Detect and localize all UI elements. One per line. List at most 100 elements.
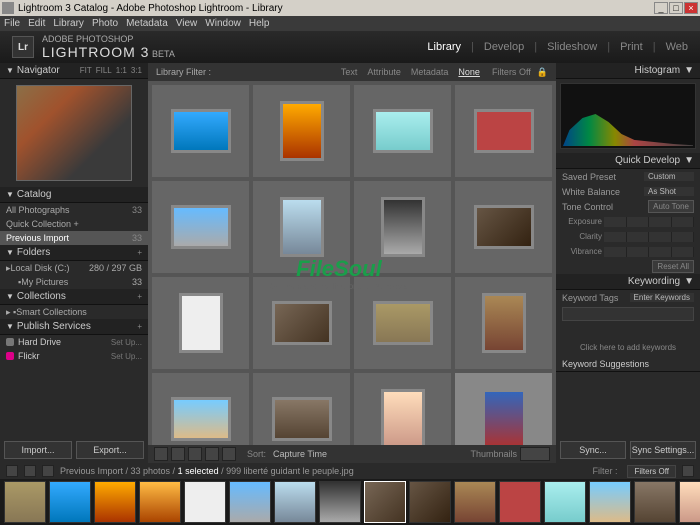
nav-opt-1:1[interactable]: 1:1	[116, 66, 127, 75]
grid-cell[interactable]	[354, 373, 451, 445]
quickdevelop-header[interactable]: Quick Develop ▼	[556, 153, 700, 169]
kw-suggestions-header[interactable]: Keyword Suggestions	[556, 356, 700, 372]
sort-value[interactable]: Capture Time	[273, 449, 327, 459]
grid-cell[interactable]	[253, 373, 350, 445]
filter-opt-attribute[interactable]: Attribute	[367, 67, 401, 77]
grid-cell[interactable]	[253, 85, 350, 177]
grid-cell[interactable]	[253, 181, 350, 273]
keywords-input[interactable]	[562, 307, 694, 321]
module-slideshow[interactable]: Slideshow	[547, 41, 597, 53]
module-print[interactable]: Print	[620, 41, 643, 53]
autotone-button[interactable]: Auto Tone	[648, 200, 694, 213]
status-filters-off[interactable]: Filters Off	[627, 465, 676, 478]
filmstrip-thumb[interactable]	[679, 481, 700, 523]
grid-cell[interactable]	[253, 277, 350, 369]
grid-cell[interactable]	[455, 85, 552, 177]
module-library[interactable]: Library	[427, 41, 461, 53]
publish-header[interactable]: ▼ Publish Services +	[0, 319, 148, 335]
menu-library[interactable]: Library	[53, 18, 84, 29]
grid-cell[interactable]	[152, 373, 249, 445]
filmstrip-thumb[interactable]	[454, 481, 496, 523]
export-button[interactable]: Export...	[76, 441, 144, 459]
import-button[interactable]: Import...	[4, 441, 72, 459]
filter-opt-none[interactable]: None	[458, 67, 480, 77]
folder-row[interactable]: ▪ My Pictures 33	[0, 275, 148, 289]
drive-row[interactable]: ▸ Local Disk (C:) 280 / 297 GB	[0, 261, 148, 275]
menu-file[interactable]: File	[4, 18, 20, 29]
filters-off[interactable]: Filters Off	[492, 67, 531, 77]
secondary-display-icon[interactable]	[6, 465, 18, 477]
filmstrip-thumb[interactable]	[634, 481, 676, 523]
filmstrip-thumb[interactable]	[139, 481, 181, 523]
keywording-header[interactable]: Keywording ▼	[556, 274, 700, 290]
maximize-button[interactable]: □	[669, 2, 683, 14]
slider-control[interactable]	[604, 232, 694, 242]
kw-tags-dropdown[interactable]: Enter Keywords	[630, 293, 694, 302]
survey-view-icon[interactable]	[205, 447, 219, 461]
collections-header[interactable]: ▼ Collections +	[0, 289, 148, 305]
collection-row[interactable]: ▸ ▪ Smart Collections	[0, 305, 148, 319]
filmstrip-thumb[interactable]	[319, 481, 361, 523]
grid-cell[interactable]	[152, 277, 249, 369]
histogram-header[interactable]: Histogram ▼	[556, 63, 700, 79]
loupe-view-icon[interactable]	[171, 447, 185, 461]
menu-metadata[interactable]: Metadata	[126, 18, 168, 29]
setup-link[interactable]: Set Up...	[111, 338, 142, 347]
grid-cell[interactable]	[455, 277, 552, 369]
filmstrip-thumb[interactable]	[184, 481, 226, 523]
filter-opt-metadata[interactable]: Metadata	[411, 67, 449, 77]
catalog-row[interactable]: Previous Import33	[0, 231, 148, 245]
grid-cell[interactable]	[152, 181, 249, 273]
menu-help[interactable]: Help	[249, 18, 270, 29]
grid-cell[interactable]	[455, 373, 552, 445]
loupe-icon[interactable]	[42, 465, 54, 477]
grid-cell[interactable]	[354, 85, 451, 177]
menu-view[interactable]: View	[176, 18, 198, 29]
slider-control[interactable]	[604, 217, 694, 227]
filmstrip-thumb[interactable]	[4, 481, 46, 523]
filmstrip[interactable]	[0, 479, 700, 525]
folders-header[interactable]: ▼ Folders +	[0, 245, 148, 261]
lock-icon[interactable]: 🔒	[537, 67, 548, 78]
grid-cell[interactable]	[354, 277, 451, 369]
nav-opt-fill[interactable]: FILL	[96, 66, 112, 75]
grid-cell[interactable]	[152, 85, 249, 177]
menu-window[interactable]: Window	[205, 18, 241, 29]
catalog-header[interactable]: ▼ Catalog	[0, 187, 148, 203]
catalog-row[interactable]: All Photographs33	[0, 203, 148, 217]
add-keywords-link[interactable]: Click here to add keywords	[562, 343, 694, 352]
filmstrip-thumb[interactable]	[364, 481, 406, 523]
filmstrip-thumb[interactable]	[544, 481, 586, 523]
filmstrip-thumb[interactable]	[409, 481, 451, 523]
publish-row[interactable]: Hard DriveSet Up...	[0, 335, 148, 349]
painter-icon[interactable]	[222, 447, 236, 461]
grid-cell[interactable]	[354, 181, 451, 273]
slider-control[interactable]	[604, 247, 694, 257]
filter-opt-text[interactable]: Text	[341, 67, 358, 77]
setup-link[interactable]: Set Up...	[111, 352, 142, 361]
close-button[interactable]: ×	[684, 2, 698, 14]
compare-view-icon[interactable]	[188, 447, 202, 461]
grid-icon[interactable]	[24, 465, 36, 477]
publish-row[interactable]: FlickrSet Up...	[0, 349, 148, 363]
navigator-header[interactable]: ▼ Navigator FITFILL1:13:1	[0, 63, 148, 79]
filter-toggle-icon[interactable]	[682, 465, 694, 477]
filmstrip-thumb[interactable]	[274, 481, 316, 523]
menu-edit[interactable]: Edit	[28, 18, 45, 29]
reset-all-button[interactable]: Reset All	[652, 260, 694, 273]
wb-value[interactable]: As Shot	[644, 187, 694, 196]
filmstrip-thumb[interactable]	[589, 481, 631, 523]
menu-photo[interactable]: Photo	[92, 18, 118, 29]
nav-opt-fit[interactable]: FIT	[80, 66, 92, 75]
filmstrip-thumb[interactable]	[49, 481, 91, 523]
filmstrip-thumb[interactable]	[499, 481, 541, 523]
sync-button[interactable]: Sync...	[560, 441, 626, 459]
filmstrip-thumb[interactable]	[94, 481, 136, 523]
filmstrip-thumb[interactable]	[229, 481, 271, 523]
minimize-button[interactable]: _	[654, 2, 668, 14]
add-collection-icon[interactable]: +	[137, 292, 142, 301]
thumb-size-slider[interactable]	[520, 447, 550, 461]
module-web[interactable]: Web	[666, 41, 688, 53]
catalog-row[interactable]: Quick Collection +	[0, 217, 148, 231]
preset-value[interactable]: Custom	[644, 172, 694, 181]
